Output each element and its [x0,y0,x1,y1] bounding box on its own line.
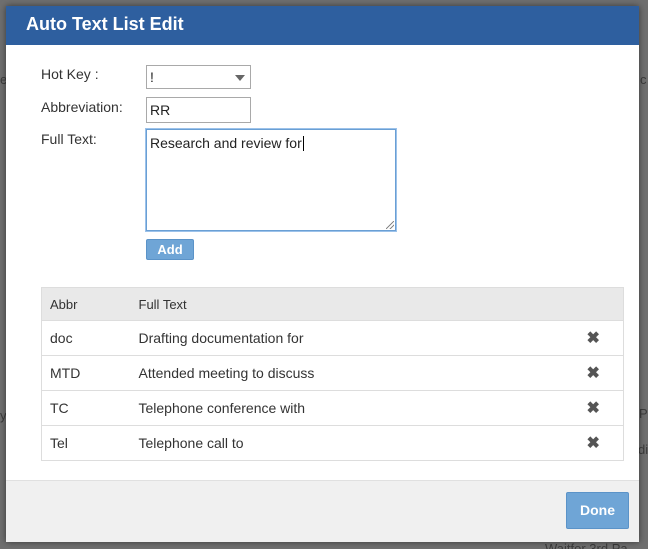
row-abbr: Tel [41,425,139,461]
full-text-label: Full Text: [41,131,97,147]
done-button[interactable]: Done [566,492,629,529]
dialog-title: Auto Text List Edit [6,6,639,45]
table-row[interactable]: TC Telephone conference with ✖ [41,390,624,426]
full-text-textarea[interactable]: Research and review for [146,129,396,231]
table-header-row: Abbr Full Text [41,287,624,321]
full-text-value: Research and review for [150,135,302,151]
row-full-text: Drafting documentation for [138,320,564,356]
row-abbr: TC [41,390,139,426]
table-row[interactable]: doc Drafting documentation for ✖ [41,320,624,356]
add-button[interactable]: Add [146,239,194,260]
chevron-down-icon [235,75,245,81]
row-abbr: MTD [41,355,139,391]
delete-icon[interactable]: ✖ [587,330,600,347]
background-text: di [638,442,648,457]
row-abbr: doc [41,320,139,356]
text-cursor [302,136,304,151]
row-full-text: Telephone call to [138,425,564,461]
hotkey-select[interactable]: ! [146,65,251,89]
auto-text-dialog: Auto Text List Edit Hot Key : ! Abbrevia… [6,6,639,542]
column-header-actions [563,287,624,321]
abbreviation-label: Abbreviation: [41,99,123,115]
row-full-text: Telephone conference with [138,390,564,426]
delete-icon[interactable]: ✖ [587,400,600,417]
hotkey-value: ! [150,69,154,85]
table-row[interactable]: MTD Attended meeting to discuss ✖ [41,355,624,391]
row-full-text: Attended meeting to discuss [138,355,564,391]
background-text: P [639,406,648,421]
column-header-full-text: Full Text [138,287,564,321]
dialog-footer: Done [6,480,639,542]
abbreviation-input[interactable]: RR [146,97,251,123]
background-text: Waitfor 3rd Pa [545,541,628,549]
resize-grip-icon[interactable] [386,221,394,229]
table-row[interactable]: Tel Telephone call to ✖ [41,425,624,461]
delete-icon[interactable]: ✖ [587,365,600,382]
delete-icon[interactable]: ✖ [587,435,600,452]
auto-text-table: Abbr Full Text doc Drafting documentatio… [41,287,624,461]
column-header-abbr: Abbr [41,287,139,321]
hotkey-label: Hot Key : [41,66,99,82]
background-text: c [640,72,647,87]
